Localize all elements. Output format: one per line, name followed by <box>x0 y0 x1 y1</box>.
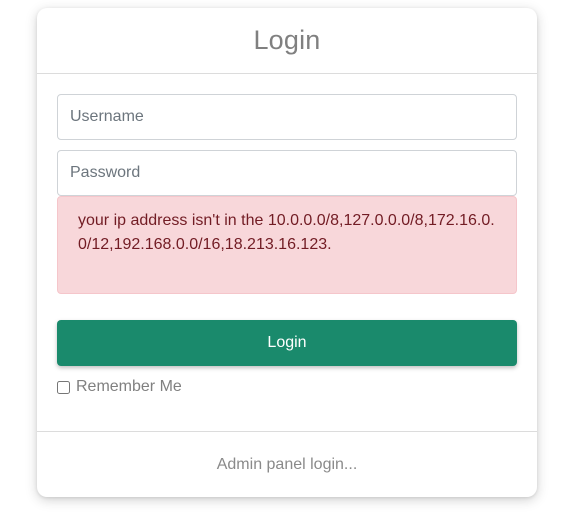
remember-me-label: Remember Me <box>76 378 182 395</box>
username-input[interactable] <box>57 94 517 140</box>
error-alert: your ip address isn't in the 10.0.0.0/8,… <box>57 196 517 294</box>
password-input[interactable] <box>57 150 517 196</box>
page-title: Login <box>253 25 321 55</box>
admin-panel-link[interactable]: Admin panel login... <box>217 456 358 474</box>
card-header: Login <box>37 8 537 74</box>
remember-me-row[interactable]: Remember Me <box>57 378 517 396</box>
login-button[interactable]: Login <box>57 320 517 366</box>
remember-me-checkbox[interactable] <box>57 380 70 394</box>
card-footer: Admin panel login... <box>37 431 537 497</box>
login-form: your ip address isn't in the 10.0.0.0/8,… <box>57 94 517 396</box>
login-card: Login your ip address isn't in the 10.0.… <box>37 8 537 497</box>
